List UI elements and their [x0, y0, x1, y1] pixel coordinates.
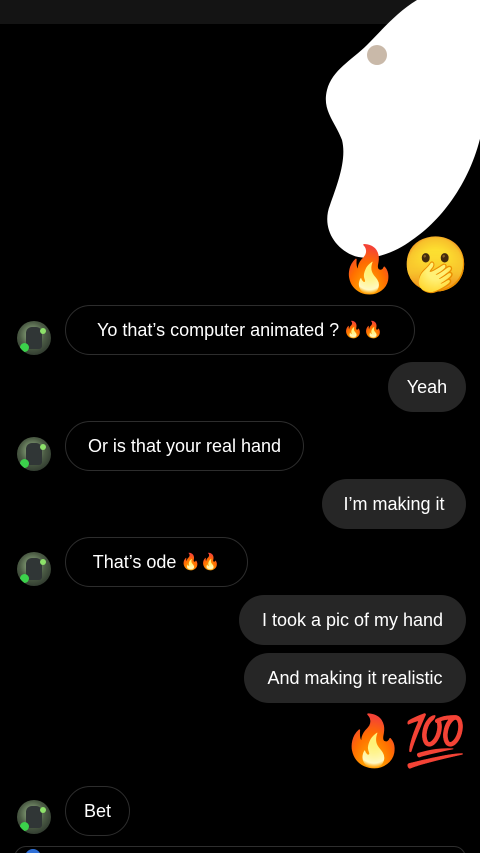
redaction-scribble: [325, 0, 480, 258]
contact-avatar[interactable]: [17, 800, 51, 834]
fire-emoji-reaction: 🔥: [340, 243, 398, 295]
incoming-message-bubble[interactable]: Yo that’s computer animated ? 🔥🔥: [65, 305, 415, 355]
contact-avatar[interactable]: [17, 552, 51, 586]
outgoing-message-bubble[interactable]: And making it realistic: [244, 653, 466, 703]
message-text: And making it realistic: [267, 667, 443, 688]
message-text: That’s ode: [92, 551, 177, 572]
fire-emoji: 🔥🔥: [343, 322, 383, 339]
message-text: I took a pic of my hand: [261, 609, 444, 630]
message-text: Or is that your real hand: [87, 435, 282, 456]
outgoing-message-bubble[interactable]: I’m making it: [322, 479, 466, 529]
outgoing-message-bubble[interactable]: I took a pic of my hand: [239, 595, 466, 645]
message-text: Bet: [83, 800, 112, 821]
message-composer[interactable]: [14, 846, 466, 853]
incoming-message-bubble[interactable]: That’s ode 🔥🔥: [65, 537, 248, 587]
outgoing-message-bubble[interactable]: Yeah: [388, 362, 466, 412]
message-text: Yo that’s computer animated ?: [97, 319, 340, 340]
contact-avatar[interactable]: [17, 437, 51, 471]
fire-emoji: 🔥🔥: [180, 554, 221, 571]
incoming-message-bubble[interactable]: Bet: [65, 786, 130, 836]
fire-emoji-message[interactable]: 🔥: [342, 716, 404, 766]
contact-avatar[interactable]: [17, 321, 51, 355]
incoming-message-bubble[interactable]: Or is that your real hand: [65, 421, 304, 471]
hundred-points-emoji-message[interactable]: 💯: [404, 716, 466, 766]
message-text: Yeah: [406, 376, 448, 397]
camera-icon[interactable]: [25, 849, 41, 853]
message-text: I’m making it: [343, 493, 445, 514]
hand-over-mouth-emoji: 🫢: [402, 235, 470, 295]
